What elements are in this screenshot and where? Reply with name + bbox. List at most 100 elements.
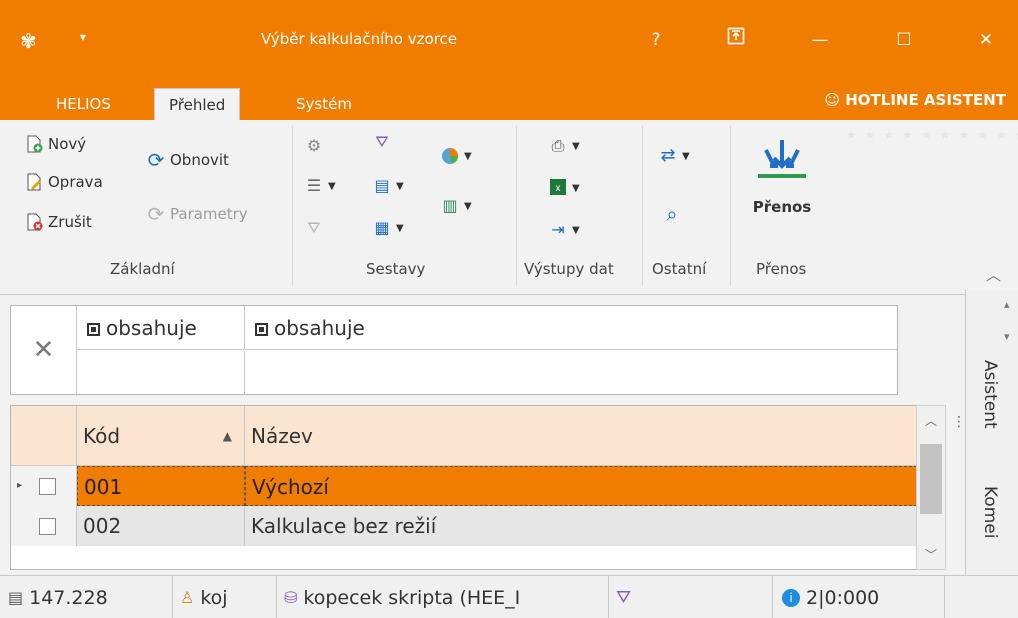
table-icon: ▦ — [374, 218, 390, 237]
cell-kod[interactable]: 001 — [77, 466, 245, 506]
scroll-thumb[interactable] — [920, 444, 942, 514]
tab-system[interactable]: Systém — [282, 88, 366, 120]
group-label-sestavy: Sestavy — [366, 260, 426, 278]
ribbon-tabs: HELIOS Přehled Systém ☺ HOTLINE ASISTENT — [0, 80, 1018, 120]
status-separator — [172, 576, 173, 618]
parameters-button[interactable]: ⟳ Parametry — [146, 204, 248, 224]
print-button[interactable]: ⎙ ▼ — [548, 136, 580, 156]
operator-icon — [87, 323, 100, 336]
filter-operator-label: obsahuje — [274, 316, 365, 340]
filter-input-kod[interactable] — [77, 351, 245, 395]
new-label: Nový — [48, 135, 87, 153]
app-window: ✾ ▾ Výběr kalkulačního vzorce ? — ☐ ✕ HE… — [0, 0, 1018, 618]
report-filter-button[interactable]: ⛛ — [372, 132, 392, 152]
delete-label: Zrušit — [48, 213, 92, 231]
status-user: ♙ koj — [180, 584, 270, 612]
side-scroll-down-icon[interactable]: ▾ — [1004, 330, 1010, 343]
delete-button[interactable]: Zrušit — [24, 212, 92, 232]
maximize-button[interactable]: ☐ — [884, 24, 924, 56]
dropdown-arrow-icon: ▼ — [328, 180, 336, 192]
report-settings-button[interactable]: ⚙ — [304, 136, 324, 156]
row-checkbox[interactable] — [39, 478, 56, 495]
close-button[interactable]: ✕ — [966, 24, 1006, 56]
refresh-icon: ⟳ — [147, 148, 165, 172]
excel-export-button[interactable]: x ▼ — [548, 178, 580, 198]
hotline-label: HOTLINE ASISTENT — [845, 91, 1006, 109]
filter-operator-nazev[interactable]: obsahuje — [245, 306, 897, 350]
status-filter[interactable]: ⛛ — [616, 584, 656, 612]
column-header-nazev[interactable]: Název — [245, 406, 917, 466]
column-header-kod-label: Kód — [83, 424, 121, 448]
transfer-arrows-button[interactable]: ⇄ ▼ — [658, 146, 690, 166]
header-selector-cell — [11, 406, 77, 466]
group-label-zakladni: Základní — [110, 260, 175, 278]
dropdown-arrow-icon: ▼ — [682, 150, 690, 162]
status-separator — [772, 576, 773, 618]
parameters-icon: ⟳ — [147, 202, 165, 226]
side-tab-asistent[interactable]: Asistent — [980, 360, 1000, 429]
row-selector[interactable] — [11, 506, 77, 546]
transfer-icon — [752, 136, 812, 192]
side-scroll-up-icon[interactable]: ▴ — [1004, 298, 1010, 311]
status-separator — [944, 576, 945, 618]
tab-prehled[interactable]: Přehled — [154, 88, 241, 120]
table-row[interactable]: ▸ 001 Výchozí — [11, 466, 917, 506]
user-icon: ♙ — [180, 588, 195, 607]
collapse-ribbon-button[interactable]: ︿ — [986, 264, 1001, 285]
minimize-button[interactable]: — — [800, 24, 840, 56]
cell-nazev[interactable]: Kalkulace bez režií — [245, 506, 917, 546]
new-document-icon — [24, 134, 44, 154]
edit-label: Oprava — [48, 173, 103, 191]
refresh-button[interactable]: ⟳ Obnovit — [146, 150, 229, 170]
grid-header: Kód ▲ Název — [11, 406, 917, 466]
printer-icon: ⎙ — [551, 136, 565, 155]
row-selector[interactable]: ▸ — [11, 466, 77, 506]
dropdown-arrow-icon: ▼ — [572, 182, 580, 194]
help-button[interactable]: ? — [636, 24, 676, 56]
grid-vertical-scrollbar[interactable]: ︿ ﹀ — [916, 405, 946, 570]
cell-kod[interactable]: 002 — [77, 506, 245, 546]
group-label-prenos: Přenos — [756, 260, 807, 278]
row-checkbox[interactable] — [39, 518, 56, 535]
export-button[interactable]: ⇥ ▼ — [548, 220, 579, 240]
scroll-down-icon[interactable]: ﹀ — [925, 546, 937, 563]
chart-button[interactable]: ▼ — [440, 146, 472, 166]
document-icon: ▤ — [8, 588, 24, 607]
group-label-ostatni: Ostatní — [652, 260, 707, 278]
filter-operator-kod[interactable]: obsahuje — [77, 306, 245, 350]
search-button[interactable]: ⌕ — [662, 204, 682, 224]
dropdown-arrow-icon: ▼ — [396, 180, 404, 192]
status-database-label: kopecek skripta (HEE_I — [303, 587, 521, 609]
ribbon-separator — [516, 126, 517, 286]
report-preview-button[interactable]: ▤ ▼ — [372, 176, 404, 196]
graph-button[interactable]: ▥ ▼ — [440, 196, 471, 216]
clear-filter-button[interactable]: ⛛ — [304, 218, 324, 238]
headset-icon: ☺ — [824, 91, 840, 109]
ribbon-separator — [730, 126, 731, 286]
side-tab-komei[interactable]: Komei — [980, 486, 1000, 538]
table-button[interactable]: ▦ ▼ — [372, 218, 403, 238]
data-grid: Kód ▲ Název ▸ 001 Výchozí 002 Kalkulace … — [10, 405, 918, 570]
report-preview-icon: ▤ — [374, 176, 390, 195]
hotline-asistent-button[interactable]: ☺ HOTLINE ASISTENT — [824, 88, 1006, 112]
status-database: ⛁ kopecek skripta (HEE_I — [284, 584, 606, 612]
window-title: Výběr kalkulačního vzorce — [261, 30, 457, 48]
column-header-kod[interactable]: Kód ▲ — [77, 406, 245, 466]
splitter-grip-icon[interactable]: ⋮ — [952, 415, 966, 429]
restore-layout-button[interactable] — [716, 24, 756, 56]
cell-nazev[interactable]: Výchozí — [245, 466, 917, 506]
tab-helios[interactable]: HELIOS — [42, 88, 125, 120]
report-list-button[interactable]: ☰ ▼ — [304, 176, 336, 196]
filter-input-nazev[interactable] — [245, 351, 897, 395]
new-button[interactable]: Nový — [24, 134, 86, 154]
current-row-icon: ▸ — [17, 480, 23, 491]
scroll-up-icon[interactable]: ︿ — [925, 412, 937, 429]
filter-operator-label: obsahuje — [106, 316, 197, 340]
ribbon-separator — [642, 126, 643, 286]
status-separator — [608, 576, 609, 618]
transfer-button[interactable]: Přenos — [752, 136, 812, 216]
table-row[interactable]: 002 Kalkulace bez režií — [11, 506, 917, 546]
export-icon: ⇥ — [551, 220, 565, 239]
edit-button[interactable]: Oprava — [24, 172, 103, 192]
clear-filter-icon[interactable]: ✕ — [11, 306, 77, 396]
